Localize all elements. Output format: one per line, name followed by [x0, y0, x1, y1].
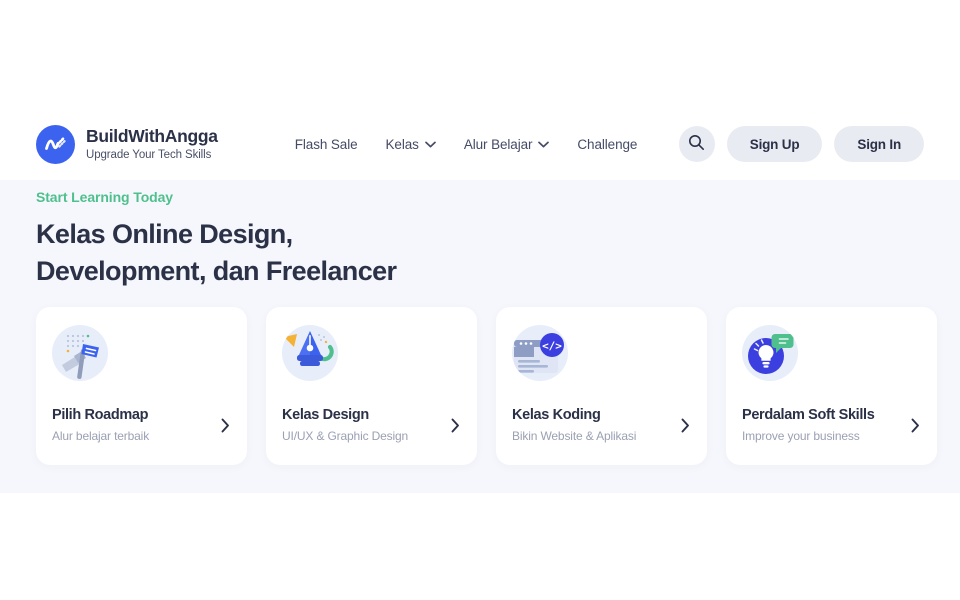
- pen-nib-icon: [282, 325, 338, 381]
- svg-text:</>: </>: [542, 340, 562, 353]
- flag-roadmap-icon: [52, 325, 108, 381]
- nav-item-kelas[interactable]: Kelas: [386, 137, 436, 152]
- card-footer: Kelas Koding Bikin Website & Aplikasi: [512, 407, 695, 443]
- card-title: Perdalam Soft Skills: [742, 407, 875, 424]
- chevron-down-icon: [424, 141, 436, 148]
- feature-card-design[interactable]: Kelas Design UI/UX & Graphic Design: [266, 307, 477, 465]
- chevron-right-icon[interactable]: [215, 418, 235, 433]
- nav-item-flash-sale[interactable]: Flash Sale: [295, 137, 358, 152]
- feature-card-roadmap[interactable]: Pilih Roadmap Alur belajar terbaik: [36, 307, 247, 465]
- brand-tagline: Upgrade Your Tech Skills: [86, 148, 212, 161]
- nav-item-label: Flash Sale: [294, 136, 358, 152]
- chevron-right-icon[interactable]: [445, 418, 465, 433]
- page-root: BuildWithAngga Upgrade Your Tech Skills …: [0, 0, 960, 600]
- brand-text: BuildWithAngga Upgrade Your Tech Skills: [86, 125, 218, 162]
- card-subtitle: Alur belajar terbaik: [52, 428, 150, 443]
- main-nav: Flash Sale Kelas Alur Belajar Challenge: [295, 137, 638, 152]
- card-subtitle: UI/UX & Graphic Design: [282, 428, 409, 443]
- card-title: Kelas Koding: [512, 407, 601, 424]
- card-title: Kelas Design: [282, 407, 369, 424]
- nav-item-label: Kelas: [385, 136, 419, 152]
- nav-item-label: Challenge: [577, 136, 638, 152]
- page-title: Kelas Online Design, Development, dan Fr…: [36, 219, 397, 286]
- search-button[interactable]: [678, 126, 715, 162]
- nav-item-challenge[interactable]: Challenge: [577, 137, 637, 152]
- card-footer: Perdalam Soft Skills Improve your busine…: [742, 407, 925, 443]
- hero-eyebrow: Start Learning Today: [36, 189, 173, 205]
- feature-card-soft-skills[interactable]: Perdalam Soft Skills Improve your busine…: [726, 307, 937, 465]
- card-textblock: Kelas Design UI/UX & Graphic Design: [282, 407, 441, 443]
- search-icon: [688, 134, 705, 154]
- chevron-right-icon[interactable]: [905, 418, 925, 433]
- nav-item-alur-belajar[interactable]: Alur Belajar: [464, 137, 550, 152]
- chevron-right-icon[interactable]: [675, 418, 695, 433]
- header-actions: Sign Up Sign In: [678, 126, 924, 162]
- lightbulb-chat-icon: [742, 325, 798, 381]
- sign-in-button[interactable]: Sign In: [834, 126, 924, 162]
- hero-section: Start Learning Today Kelas Online Design…: [0, 180, 960, 493]
- card-textblock: Perdalam Soft Skills Improve your busine…: [742, 407, 901, 443]
- nav-item-label: Alur Belajar: [463, 136, 533, 152]
- chevron-down-icon: [538, 141, 550, 148]
- card-subtitle: Improve your business: [742, 428, 860, 443]
- brand-logo-link[interactable]: BuildWithAngga Upgrade Your Tech Skills: [36, 124, 218, 164]
- feature-card-koding[interactable]: </> Kelas Koding Bikin Website & Aplikas…: [496, 307, 707, 465]
- card-footer: Kelas Design UI/UX & Graphic Design: [282, 407, 465, 443]
- brand-name: BuildWithAngga: [86, 125, 218, 146]
- card-footer: Pilih Roadmap Alur belajar terbaik: [52, 407, 235, 443]
- card-textblock: Pilih Roadmap Alur belajar terbaik: [52, 407, 211, 443]
- code-browser-icon: </>: [512, 325, 568, 381]
- card-textblock: Kelas Koding Bikin Website & Aplikasi: [512, 407, 671, 443]
- wave-logo-icon: [36, 124, 75, 164]
- site-header: BuildWithAngga Upgrade Your Tech Skills …: [0, 108, 960, 180]
- sign-up-button[interactable]: Sign Up: [726, 126, 823, 162]
- card-title: Pilih Roadmap: [52, 407, 149, 424]
- feature-card-row: Pilih Roadmap Alur belajar terbaik Kelas…: [36, 307, 937, 465]
- card-subtitle: Bikin Website & Aplikasi: [512, 428, 637, 443]
